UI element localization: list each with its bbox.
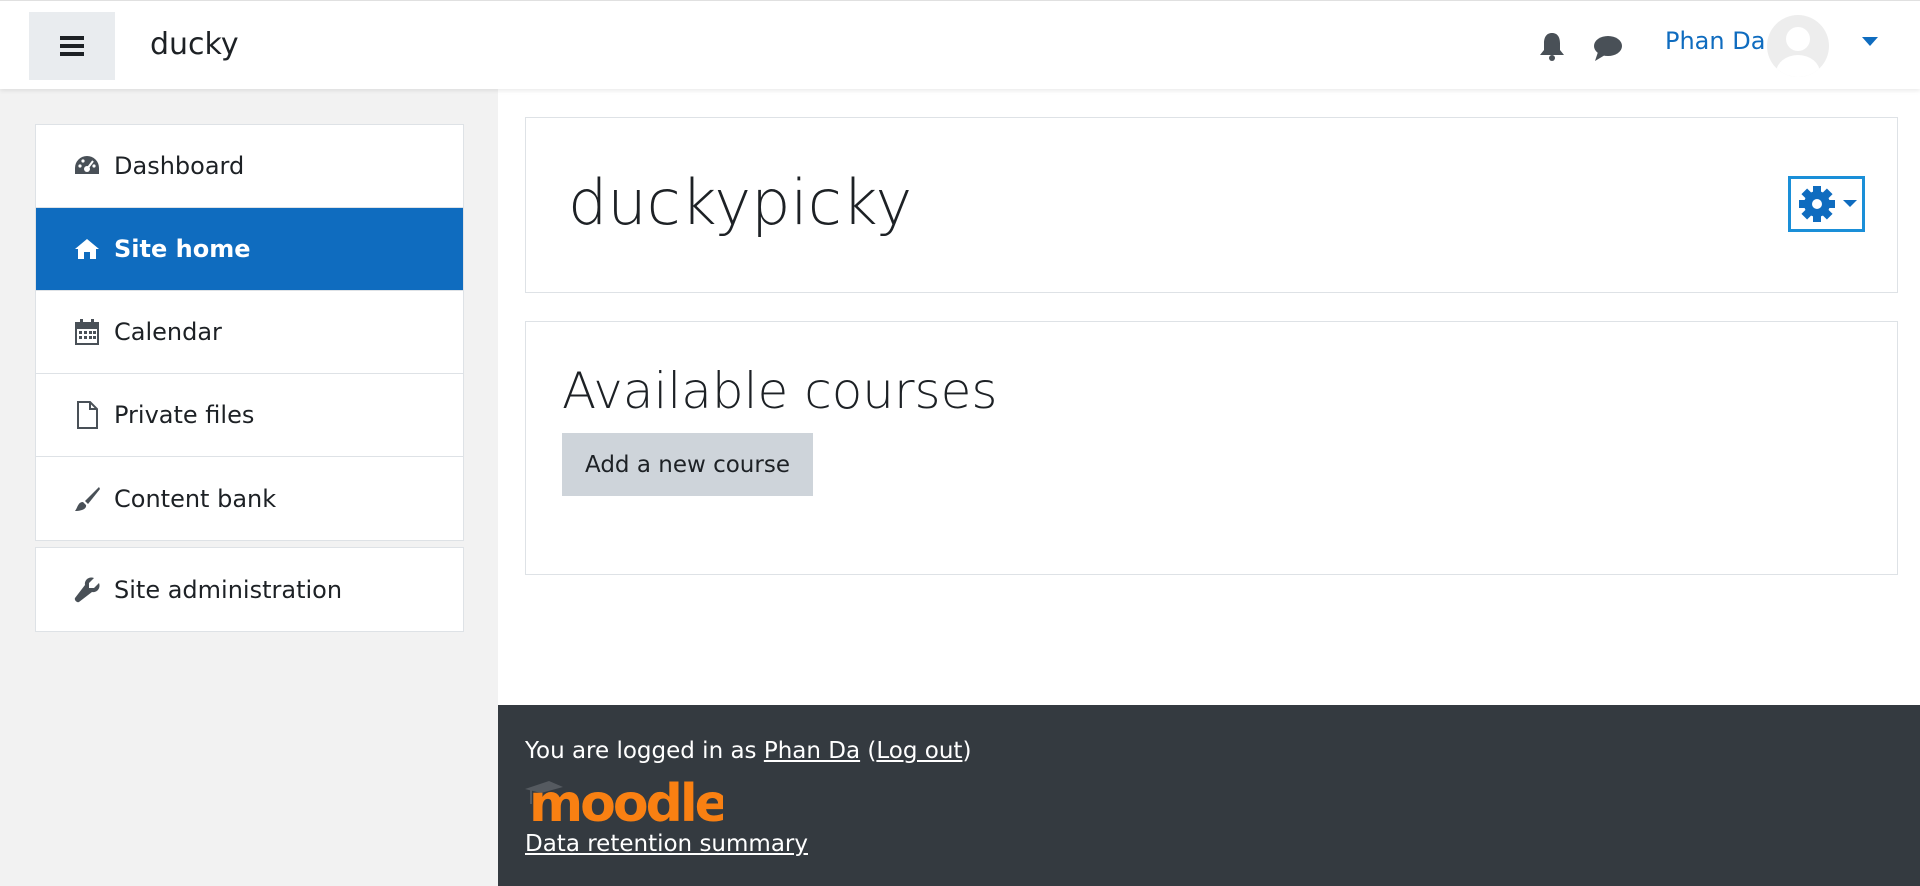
wrench-icon [72, 575, 102, 605]
nav-item-label: Private files [114, 401, 255, 429]
bell-icon[interactable] [1538, 31, 1566, 61]
hamburger-icon [60, 36, 84, 56]
nav-item-label: Dashboard [114, 152, 245, 180]
paren-close: ) [962, 738, 972, 764]
course-actions-menu-button[interactable] [1788, 176, 1865, 232]
nav-item-dashboard[interactable]: Dashboard [36, 125, 463, 208]
page-header-card: duckypicky [525, 117, 1898, 293]
nav-item-label: Site home [114, 235, 251, 263]
home-icon [72, 234, 102, 264]
add-new-course-button[interactable]: Add a new course [562, 433, 813, 496]
paintbrush-icon [72, 484, 102, 514]
main-content: duckypicky Available courses Add a new c… [498, 89, 1920, 705]
available-courses-card: Available courses Add a new course [525, 321, 1898, 575]
user-avatar-icon [1776, 27, 1820, 77]
moodle-logo-text: moodle [529, 774, 723, 829]
nav-item-site-home[interactable]: Site home [36, 208, 463, 291]
login-info-prefix: You are logged in as [525, 738, 764, 764]
user-menu-name[interactable]: Phan Da [1665, 27, 1765, 55]
menu-toggle-button[interactable] [29, 12, 115, 80]
user-profile-link[interactable]: Phan Da [764, 738, 860, 764]
page-title: duckypicky [568, 166, 913, 239]
chevron-down-icon[interactable] [1862, 37, 1878, 47]
paren-open: ( [860, 738, 877, 764]
nav-item-site-administration[interactable]: Site administration [36, 548, 463, 631]
gear-icon [1798, 186, 1835, 222]
avatar[interactable] [1767, 15, 1829, 77]
nav-item-label: Calendar [114, 318, 222, 346]
nav-drawer: Dashboard Site home Calendar Private fil… [0, 89, 498, 886]
primary-nav: Dashboard Site home Calendar Private fil… [35, 124, 464, 541]
chevron-down-icon [1842, 200, 1857, 207]
data-retention-link[interactable]: Data retention summary [525, 831, 808, 857]
message-icon[interactable] [1592, 34, 1624, 62]
nav-item-private-files[interactable]: Private files [36, 374, 463, 457]
admin-nav: Site administration [35, 547, 464, 632]
nav-item-label: Content bank [114, 484, 277, 513]
site-name[interactable]: ducky [150, 27, 239, 62]
nav-item-calendar[interactable]: Calendar [36, 291, 463, 374]
moodle-logo[interactable]: moodle [523, 769, 723, 829]
calendar-icon [72, 317, 102, 347]
logout-link[interactable]: Log out [876, 738, 962, 764]
file-icon [72, 400, 102, 430]
section-title: Available courses [562, 362, 998, 420]
dashboard-icon [72, 151, 102, 181]
nav-item-label: Site administration [114, 575, 343, 604]
nav-item-content-bank[interactable]: Content bank [36, 457, 463, 540]
page-footer: You are logged in as Phan Da (Log out) m… [498, 705, 1920, 886]
top-navbar: ducky Phan Da [0, 0, 1920, 89]
login-info: You are logged in as Phan Da (Log out) [525, 738, 971, 764]
